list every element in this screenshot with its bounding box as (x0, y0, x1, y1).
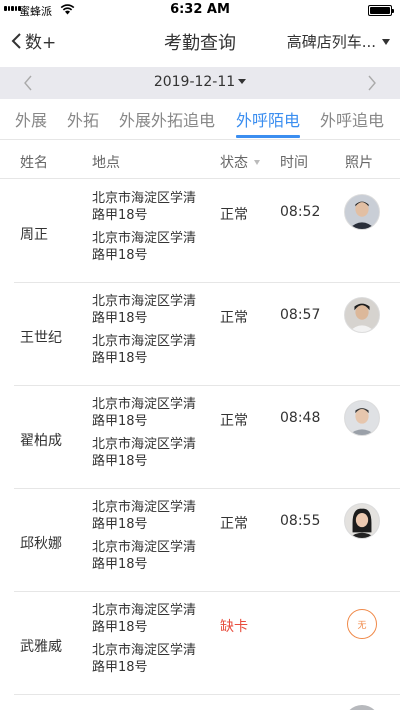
address-line: 北京市海淀区学清路甲18号 (92, 437, 197, 469)
table-row[interactable]: 翟柏成 北京市海淀区学清路甲18号 北京市海淀区学清路甲18号 正常 08:48 (0, 386, 400, 489)
tab-waizhan[interactable]: 外展 (15, 107, 47, 131)
date-picker[interactable]: 2019-12-11 (0, 74, 400, 90)
tab-waihu-zhuidian[interactable]: 外呼追电 (320, 107, 384, 131)
column-header-photo: 照片 (345, 155, 373, 171)
address-line: 北京市海淀区学清路甲18号 (92, 294, 197, 326)
check-time: 08:57 (280, 307, 321, 323)
check-time: 08:55 (280, 513, 321, 529)
avatar-photo[interactable] (344, 400, 380, 436)
tab-waizhan-waituo-zhuidian[interactable]: 外展外拓追电 (119, 107, 215, 131)
active-tab-indicator (236, 135, 300, 138)
check-time: 08:52 (280, 204, 321, 220)
address-line: 北京市海淀区学清路甲18号 (92, 397, 197, 429)
employee-name: 武雅威 (20, 639, 62, 655)
address-line: 北京市海淀区学清路甲18号 (92, 231, 197, 263)
avatar-photo[interactable] (344, 705, 380, 710)
table-row[interactable]: 武雅威 北京市海淀区学清路甲18号 北京市海淀区学清路甲18号 缺卡 无 (0, 592, 400, 695)
status-text: 正常 (220, 413, 248, 429)
column-header-location: 地点 (92, 155, 120, 171)
tab-waihu-modian[interactable]: 外呼陌电 (236, 107, 300, 131)
address-line: 北京市海淀区学清路甲18号 (92, 500, 197, 532)
no-photo-badge: 无 (347, 609, 377, 639)
chevron-left-icon (11, 32, 21, 49)
store-selector[interactable]: 高碑店列车... (287, 31, 390, 52)
location-cell: 北京市海淀区学清路甲18号 北京市海淀区学清路甲18号 (92, 293, 204, 367)
tab-waituo[interactable]: 外拓 (67, 107, 99, 131)
attendance-list: 周正 北京市海淀区学清路甲18号 北京市海淀区学清路甲18号 正常 08:52 … (0, 180, 400, 710)
store-name: 高碑店列车... (286, 33, 376, 51)
table-row[interactable]: 周正 北京市海淀区学清路甲18号 北京市海淀区学清路甲18号 正常 08:52 (0, 180, 400, 283)
column-header-status-label: 状态 (220, 155, 248, 171)
address-line: 北京市海淀区学清路甲18号 (92, 191, 197, 223)
caret-down-icon (382, 38, 390, 45)
avatar-photo[interactable] (344, 503, 380, 539)
status-text: 正常 (220, 207, 248, 223)
location-cell: 北京市海淀区学清路甲18号 北京市海淀区学清路甲18号 (92, 396, 204, 470)
sort-caret-icon (254, 160, 260, 165)
avatar-photo[interactable] (344, 297, 380, 333)
address-line: 北京市海淀区学清路甲18号 (92, 603, 197, 635)
column-header-name: 姓名 (20, 155, 48, 171)
location-cell: 北京市海淀区学清路甲18号 北京市海淀区学清路甲18号 (92, 499, 204, 573)
status-text: 正常 (220, 516, 248, 532)
address-line: 北京市海淀区学清路甲18号 (92, 540, 197, 572)
caret-down-icon (238, 79, 247, 84)
clock: 6:32 AM (170, 2, 230, 17)
chevron-right-icon[interactable] (366, 74, 378, 92)
no-photo-label: 无 (357, 620, 367, 631)
battery-icon (368, 5, 394, 16)
table-row[interactable]: 邱秋娜 北京市海淀区学清路甲18号 北京市海淀区学清路甲18号 正常 08:55 (0, 489, 400, 592)
location-cell: 北京市海淀区学清路甲18号 北京市海淀区学清路甲18号 (92, 602, 204, 676)
table-row[interactable]: 王世纪 北京市海淀区学清路甲18号 北京市海淀区学清路甲18号 正常 08:57 (0, 283, 400, 386)
check-time: 08:48 (280, 410, 321, 426)
employee-name: 翟柏成 (20, 433, 62, 449)
date-value: 2019-12-11 (153, 74, 236, 90)
avatar-photo[interactable] (344, 194, 380, 230)
employee-name: 周正 (20, 227, 48, 243)
back-label: 数+ (25, 33, 57, 53)
status-text-missing: 缺卡 (220, 619, 248, 635)
date-bar: 2019-12-11 (0, 67, 400, 99)
address-line: 北京市海淀区学清路甲18号 (92, 334, 197, 366)
table-header: 姓名 地点 状态 时间 照片 (0, 141, 400, 179)
nav-bar: 数+ 考勤查询 高碑店列车... (0, 20, 400, 62)
page-title: 考勤查询 (164, 33, 236, 54)
column-header-time: 时间 (280, 155, 308, 171)
back-button[interactable]: 数+ (10, 28, 56, 53)
column-header-status[interactable]: 状态 (220, 152, 260, 172)
tab-bar: 外展 外拓 外展外拓追电 外呼陌电 外呼追电 (0, 100, 400, 140)
status-text: 正常 (220, 310, 248, 326)
location-cell: 北京市海淀区学清路甲18号 北京市海淀区学清路甲18号 (92, 190, 204, 264)
table-row-partial[interactable] (0, 695, 400, 710)
employee-name: 邱秋娜 (20, 536, 62, 552)
employee-name: 王世纪 (20, 330, 62, 346)
address-line: 北京市海淀区学清路甲18号 (92, 643, 197, 675)
status-bar: 蜜蜂派 6:32 AM (0, 0, 400, 20)
